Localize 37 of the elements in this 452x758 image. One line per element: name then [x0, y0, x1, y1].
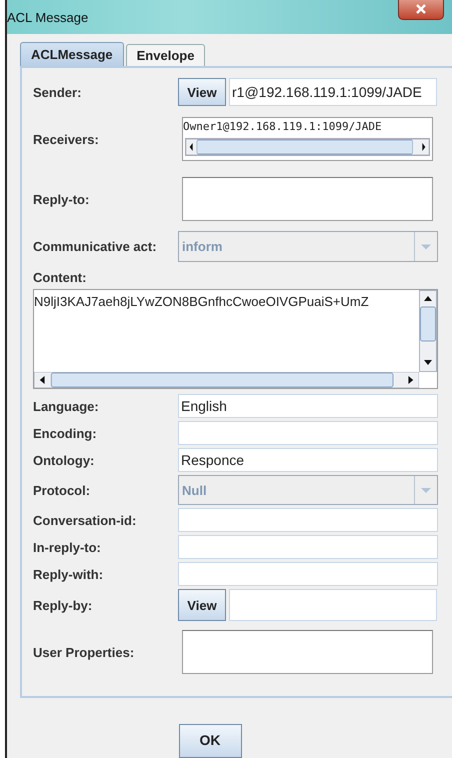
list-box[interactable]	[182, 630, 433, 674]
text-field[interactable]	[229, 589, 437, 621]
text-field[interactable]	[178, 562, 438, 586]
list-box[interactable]	[182, 177, 433, 221]
horizontal-scrollbar[interactable]	[186, 139, 429, 155]
horizontal-scrollbar[interactable]	[34, 372, 419, 388]
field-label: Conversation-id:	[33, 512, 138, 528]
receivers-list[interactable]: Owner1@192.168.119.1:1099/JADE	[182, 117, 433, 161]
field-label: Encoding:	[33, 426, 98, 440]
ok-button[interactable]: OK	[178, 724, 242, 758]
field-label: Communicative act:	[33, 239, 158, 254]
field-label: Reply-with:	[33, 566, 104, 582]
field-label: Content:	[33, 270, 88, 285]
text-field[interactable]	[178, 421, 438, 445]
view-button[interactable]: View	[178, 589, 226, 621]
field-label: In-reply-to:	[33, 540, 102, 554]
text-field[interactable]: r1@192.168.119.1:1099/JADE	[229, 78, 437, 106]
field-label: User Properties:	[33, 644, 136, 660]
text-field[interactable]: Responce	[178, 448, 438, 472]
field-label: Ontology:	[33, 452, 96, 468]
field-label: Reply-to:	[33, 192, 90, 206]
tab[interactable]: ACLMessage	[20, 42, 124, 66]
close-icon	[415, 4, 427, 14]
text-field[interactable]: English	[178, 394, 438, 418]
field-label: Reply-by:	[33, 598, 94, 612]
text-field[interactable]	[178, 508, 438, 532]
field-label: Receivers:	[33, 132, 100, 146]
text-field[interactable]	[178, 535, 438, 559]
field-label: Language:	[33, 398, 100, 414]
content-area[interactable]: N9ljI3KAJ7aeh8jLYwZON8BGnfhcCwoeOIVGPuaiS+UmZ	[33, 289, 438, 389]
window-title: ACL Message	[7, 10, 88, 24]
tab[interactable]: Envelope	[126, 44, 206, 66]
field-label: Protocol:	[33, 482, 92, 498]
field-label: Sender:	[33, 84, 82, 100]
vertical-scrollbar[interactable]	[419, 290, 437, 372]
close-button[interactable]	[398, 0, 444, 20]
view-button[interactable]: View	[178, 78, 226, 106]
